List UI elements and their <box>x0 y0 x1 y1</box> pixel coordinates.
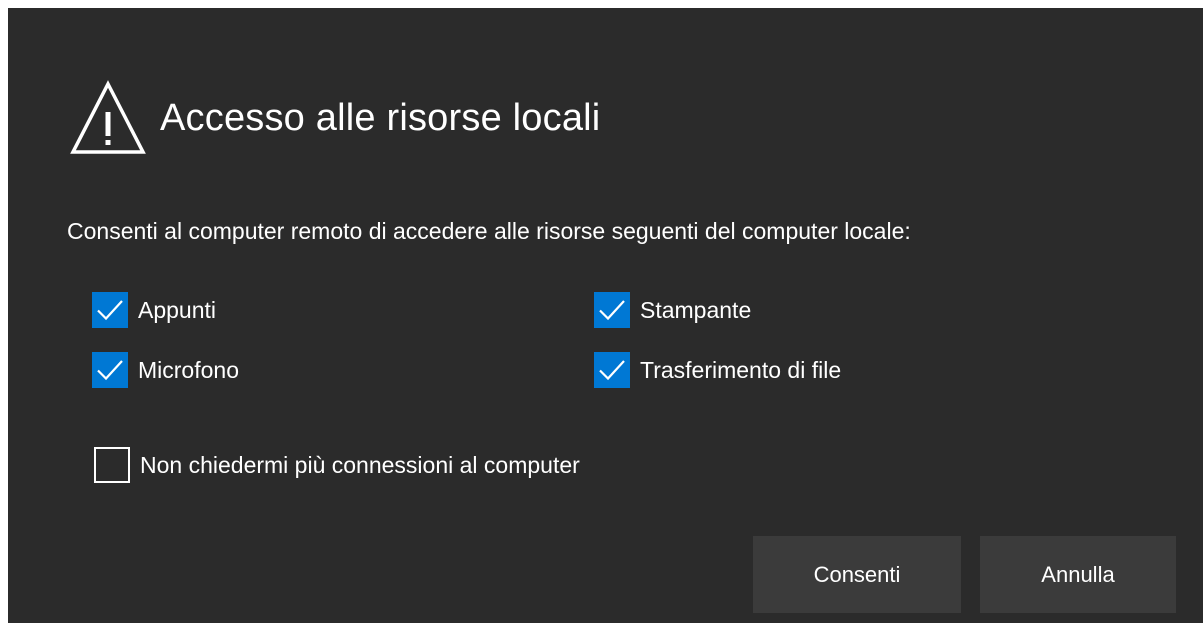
checkbox-microfono[interactable]: Microfono <box>92 352 239 388</box>
checkbox-trasferimento-file-box[interactable] <box>594 352 630 388</box>
warning-triangle-icon <box>70 80 146 154</box>
dialog-header: Accesso alle risorse locali <box>68 78 600 158</box>
checkbox-dont-ask-label: Non chiedermi più connessioni al compute… <box>140 451 580 478</box>
checkmark-icon <box>97 360 123 381</box>
checkbox-appunti-label: Appunti <box>138 296 217 323</box>
checkbox-appunti-box[interactable] <box>92 292 128 328</box>
checkbox-trasferimento-file[interactable]: Trasferimento di file <box>594 352 841 388</box>
checkbox-dont-ask[interactable]: Non chiedermi più connessioni al compute… <box>94 447 580 483</box>
checkbox-appunti[interactable]: Appunti <box>92 292 216 328</box>
cancel-button[interactable]: Annulla <box>980 536 1176 613</box>
checkmark-icon <box>97 300 123 321</box>
checkbox-stampante[interactable]: Stampante <box>594 292 751 328</box>
checkmark-icon <box>599 300 625 321</box>
checkbox-trasferimento-file-label: Trasferimento di file <box>640 356 842 383</box>
checkbox-microfono-label: Microfono <box>138 356 239 383</box>
checkbox-stampante-label: Stampante <box>640 296 752 323</box>
dialog-title: Accesso alle risorse locali <box>160 96 601 139</box>
checkbox-microfono-box[interactable] <box>92 352 128 388</box>
checkbox-stampante-box[interactable] <box>594 292 630 328</box>
dialog: Accesso alle risorse locali Consenti al … <box>8 8 1203 623</box>
dialog-description: Consenti al computer remoto di accedere … <box>67 218 911 244</box>
allow-button[interactable]: Consenti <box>753 536 961 613</box>
checkmark-icon <box>599 360 625 381</box>
checkbox-dont-ask-box[interactable] <box>94 447 130 483</box>
